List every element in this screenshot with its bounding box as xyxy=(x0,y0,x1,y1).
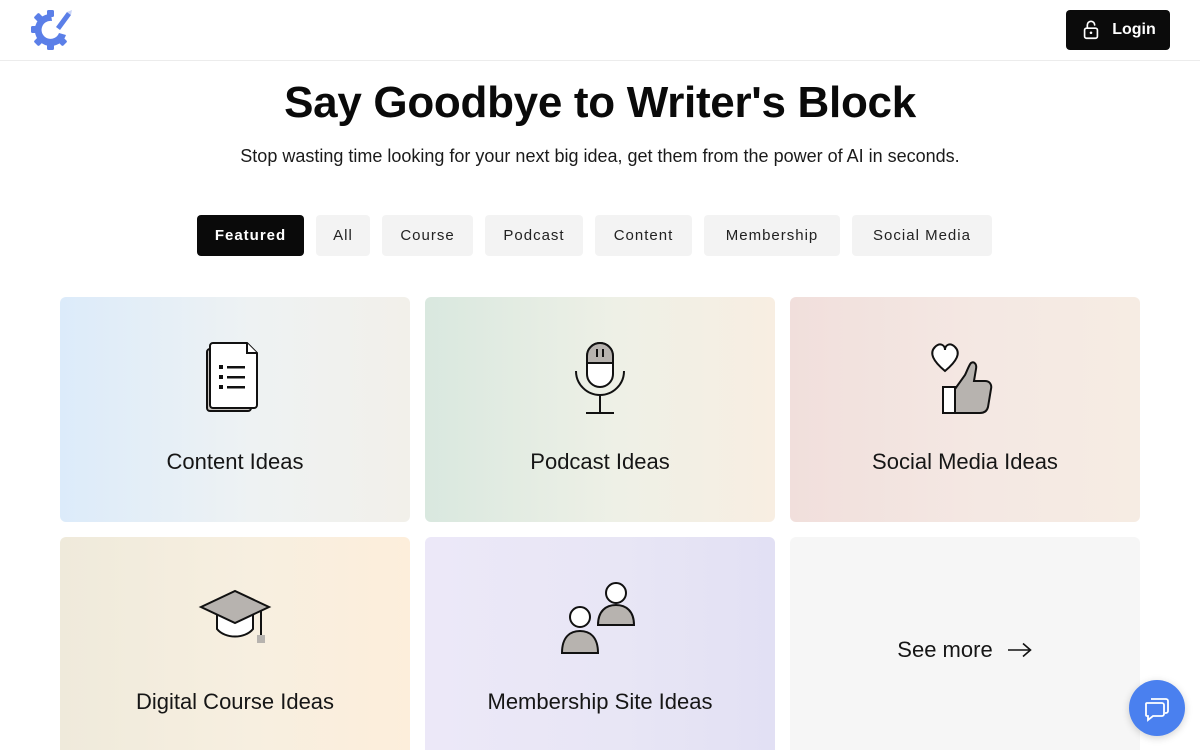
microphone-icon xyxy=(575,342,625,414)
category-tabs: Featured All Course Podcast Content Memb… xyxy=(197,215,1004,256)
login-label: Login xyxy=(1112,21,1156,38)
document-list-icon xyxy=(206,342,258,412)
page-title: Say Goodbye to Writer's Block xyxy=(284,78,916,127)
tab-membership[interactable]: Membership xyxy=(704,215,840,256)
page-subtitle: Stop wasting time looking for your next … xyxy=(240,146,960,166)
card-podcast-ideas[interactable]: Podcast Ideas xyxy=(425,297,775,522)
tab-content[interactable]: Content xyxy=(595,215,692,256)
tab-social-media[interactable]: Social Media xyxy=(852,215,992,256)
tab-course[interactable]: Course xyxy=(382,215,473,256)
gear-pencil-logo[interactable] xyxy=(29,8,73,52)
card-see-more[interactable]: See more xyxy=(790,537,1140,750)
graduation-cap-icon xyxy=(198,589,272,643)
tab-all[interactable]: All xyxy=(316,215,370,256)
card-label: Digital Course Ideas xyxy=(135,689,335,714)
heart-thumbs-up-icon xyxy=(931,343,993,414)
card-label: Membership Site Ideas xyxy=(487,689,713,714)
card-membership-site-ideas[interactable]: Membership Site Ideas xyxy=(425,537,775,750)
arrow-right-icon xyxy=(1007,642,1032,658)
card-social-media-ideas[interactable]: Social Media Ideas xyxy=(790,297,1140,522)
users-icon xyxy=(560,582,636,654)
login-button[interactable]: Login xyxy=(1066,10,1170,50)
tab-podcast[interactable]: Podcast xyxy=(485,215,583,256)
card-content-ideas[interactable]: Content Ideas xyxy=(60,297,410,522)
see-more-link[interactable]: See more xyxy=(790,637,1140,663)
card-label: Social Media Ideas xyxy=(872,449,1058,474)
chat-button[interactable] xyxy=(1129,680,1185,736)
card-label: Podcast Ideas xyxy=(530,449,670,474)
lock-open-icon xyxy=(1083,20,1099,40)
top-header: Login xyxy=(0,0,1200,61)
see-more-label: See more xyxy=(897,637,993,662)
card-label: Content Ideas xyxy=(166,449,304,474)
chat-bubbles-icon xyxy=(1145,698,1169,722)
tab-featured[interactable]: Featured xyxy=(197,215,304,256)
card-digital-course-ideas[interactable]: Digital Course Ideas xyxy=(60,537,410,750)
